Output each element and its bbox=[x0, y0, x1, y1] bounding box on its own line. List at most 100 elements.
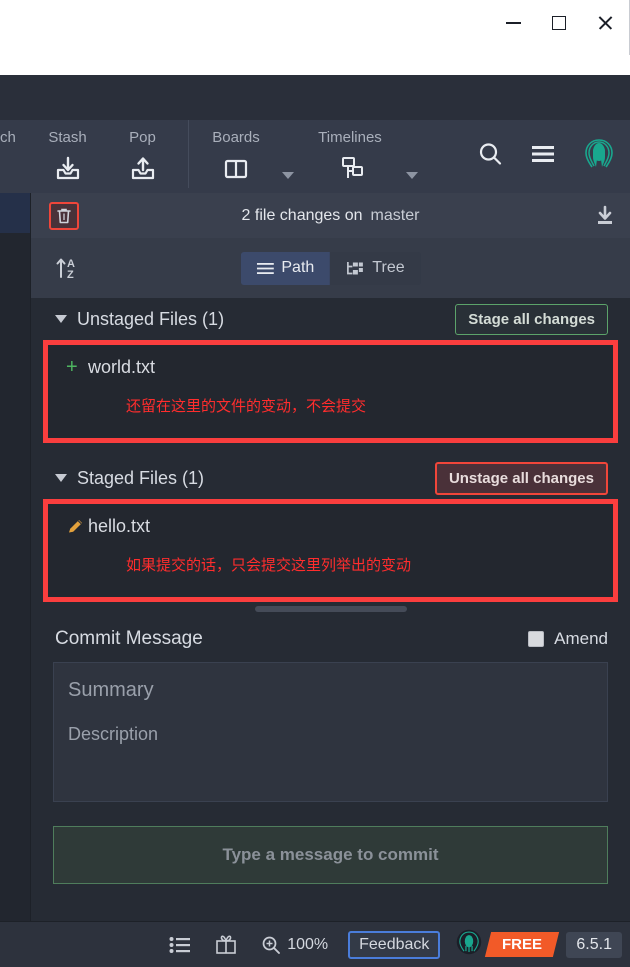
splitter-grip bbox=[254, 606, 407, 612]
sort-az-icon: A Z bbox=[56, 258, 75, 281]
list-icon bbox=[256, 262, 274, 274]
version-badge: 6.5.1 bbox=[566, 931, 622, 958]
plus-icon: + bbox=[66, 355, 78, 378]
stash-up-icon bbox=[129, 154, 157, 184]
window-titlebar bbox=[0, 0, 630, 75]
toolbar-timelines-label: Timelines bbox=[318, 129, 382, 146]
unstaged-files-list: + world.txt 还留在这里的文件的变动，不会提交 bbox=[43, 340, 618, 443]
unstaged-files-header[interactable]: Unstaged Files (1) Stage all changes bbox=[31, 298, 630, 340]
toolbar-divider-1 bbox=[188, 120, 189, 188]
sort-az-button[interactable]: A Z bbox=[53, 253, 83, 283]
commit-description-input[interactable]: Description bbox=[68, 724, 607, 745]
unstage-all-changes-button[interactable]: Unstage all changes bbox=[434, 461, 608, 495]
toolbar-item-truncated[interactable]: ch bbox=[0, 120, 30, 193]
commit-panel: 2 file changes on master A Z Path Tree U… bbox=[30, 193, 630, 921]
close-button[interactable] bbox=[582, 0, 628, 46]
unstaged-annotation: 还留在这里的文件的变动，不会提交 bbox=[126, 398, 367, 415]
feedback-button[interactable]: Feedback bbox=[348, 930, 441, 959]
view-mode-tree-label: Tree bbox=[372, 259, 405, 276]
chevron-down-icon bbox=[282, 172, 294, 179]
file-changes-count-label: 2 file changes on bbox=[241, 206, 363, 224]
commit-button[interactable]: Type a message to commit bbox=[53, 826, 608, 884]
boards-dropdown-button[interactable] bbox=[275, 120, 301, 193]
tree-icon bbox=[347, 261, 364, 274]
gitkraken-logo-icon bbox=[585, 139, 613, 168]
plan-badge[interactable]: FREE bbox=[485, 932, 560, 957]
toolbar-stash-label: Stash bbox=[48, 129, 87, 146]
gitkraken-logo-icon bbox=[457, 929, 482, 955]
view-mode-path-label: Path bbox=[281, 259, 315, 276]
amend-label: Amend bbox=[554, 629, 608, 648]
chevron-down-icon bbox=[406, 172, 418, 179]
main-toolbar: ch Stash Pop Boards Timelines bbox=[0, 120, 630, 193]
staged-files-title: Staged Files (1) bbox=[77, 467, 205, 488]
toolbar-item-stash[interactable]: Stash bbox=[30, 120, 105, 193]
staged-files-list: hello.txt 如果提交的话，只会提交这里列举出的变动 bbox=[43, 499, 618, 602]
activity-list-button[interactable] bbox=[157, 922, 203, 967]
amend-checkbox[interactable] bbox=[528, 631, 545, 647]
collapse-triangle-icon bbox=[55, 474, 67, 482]
unstaged-files-title: Unstaged Files (1) bbox=[77, 308, 225, 329]
gift-icon bbox=[216, 935, 237, 954]
commit-panel-header: 2 file changes on master bbox=[31, 193, 630, 238]
rail-selected-item[interactable] bbox=[0, 193, 30, 233]
hamburger-menu-icon bbox=[532, 146, 554, 162]
file-name-label: hello.txt bbox=[88, 515, 151, 536]
toolbar-right-group bbox=[477, 120, 630, 193]
toolbar-item-pop[interactable]: Pop bbox=[105, 120, 180, 193]
view-mode-tree-button[interactable]: Tree bbox=[330, 251, 421, 285]
app-root: ch Stash Pop Boards Timelines 2 file cha… bbox=[0, 0, 630, 967]
panel-splitter-handle[interactable] bbox=[31, 602, 630, 616]
timelines-icon bbox=[336, 154, 364, 184]
search-icon bbox=[479, 142, 502, 165]
commit-message-editor[interactable]: Summary Description bbox=[53, 662, 608, 802]
toolbar-boards-label: Boards bbox=[212, 129, 260, 146]
zoom-in-icon bbox=[262, 936, 281, 954]
minimize-icon bbox=[505, 22, 521, 24]
svg-text:Z: Z bbox=[67, 269, 74, 281]
toolbar-item-timelines[interactable]: Timelines bbox=[301, 120, 399, 193]
panel-header-title: 2 file changes on master bbox=[31, 207, 630, 225]
toolbar-pop-label: Pop bbox=[129, 129, 156, 146]
stash-down-icon bbox=[54, 154, 82, 184]
commit-message-header: Commit Message Amend bbox=[31, 616, 630, 662]
commit-summary-input[interactable]: Summary bbox=[68, 679, 607, 724]
stage-all-changes-button[interactable]: Stage all changes bbox=[455, 303, 608, 335]
boards-icon bbox=[223, 154, 249, 184]
branch-name-label: master bbox=[370, 206, 420, 224]
window-controls bbox=[490, 0, 628, 46]
file-name-label: world.txt bbox=[88, 356, 156, 377]
amend-toggle[interactable]: Amend bbox=[528, 629, 608, 649]
gift-button[interactable] bbox=[203, 922, 249, 967]
collapse-triangle-icon bbox=[55, 315, 67, 323]
toolbar-item-boards[interactable]: Boards bbox=[197, 120, 275, 193]
hamburger-menu-button[interactable] bbox=[530, 144, 556, 169]
minimize-button[interactable] bbox=[490, 0, 536, 46]
timelines-dropdown-button[interactable] bbox=[399, 120, 425, 193]
maximize-icon bbox=[552, 16, 566, 30]
pencil-icon bbox=[66, 517, 88, 536]
list-item[interactable]: + world.txt bbox=[48, 345, 613, 389]
zoom-level-label: 100% bbox=[287, 935, 329, 953]
list-item[interactable]: hello.txt bbox=[48, 504, 613, 548]
app-body: ch Stash Pop Boards Timelines 2 file cha… bbox=[0, 75, 630, 967]
gitkraken-status-button[interactable] bbox=[456, 929, 482, 960]
view-mode-path-button[interactable]: Path bbox=[240, 251, 331, 285]
commit-panel-scroll[interactable]: Unstaged Files (1) Stage all changes + w… bbox=[31, 298, 630, 921]
status-bar: 100% Feedback FREE 6.5.1 bbox=[0, 921, 630, 967]
gitkraken-logo-button[interactable] bbox=[582, 137, 616, 176]
left-rail bbox=[0, 193, 30, 921]
zoom-level-control[interactable]: 100% bbox=[249, 922, 340, 967]
list-icon bbox=[169, 936, 191, 953]
staged-annotation: 如果提交的话，只会提交这里列举出的变动 bbox=[126, 557, 412, 574]
search-button[interactable] bbox=[477, 141, 504, 173]
feedback-button-wrap: Feedback bbox=[340, 922, 448, 967]
maximize-button[interactable] bbox=[536, 0, 582, 46]
commit-message-title: Commit Message bbox=[55, 628, 203, 649]
toolbar-top-strip bbox=[0, 75, 630, 120]
view-mode-toggle: Path Tree bbox=[240, 251, 421, 285]
staged-files-header[interactable]: Staged Files (1) Unstage all changes bbox=[31, 457, 630, 499]
plan-badge-label: FREE bbox=[502, 936, 543, 953]
file-view-controls: A Z Path Tree bbox=[31, 238, 630, 298]
close-icon bbox=[597, 15, 613, 31]
